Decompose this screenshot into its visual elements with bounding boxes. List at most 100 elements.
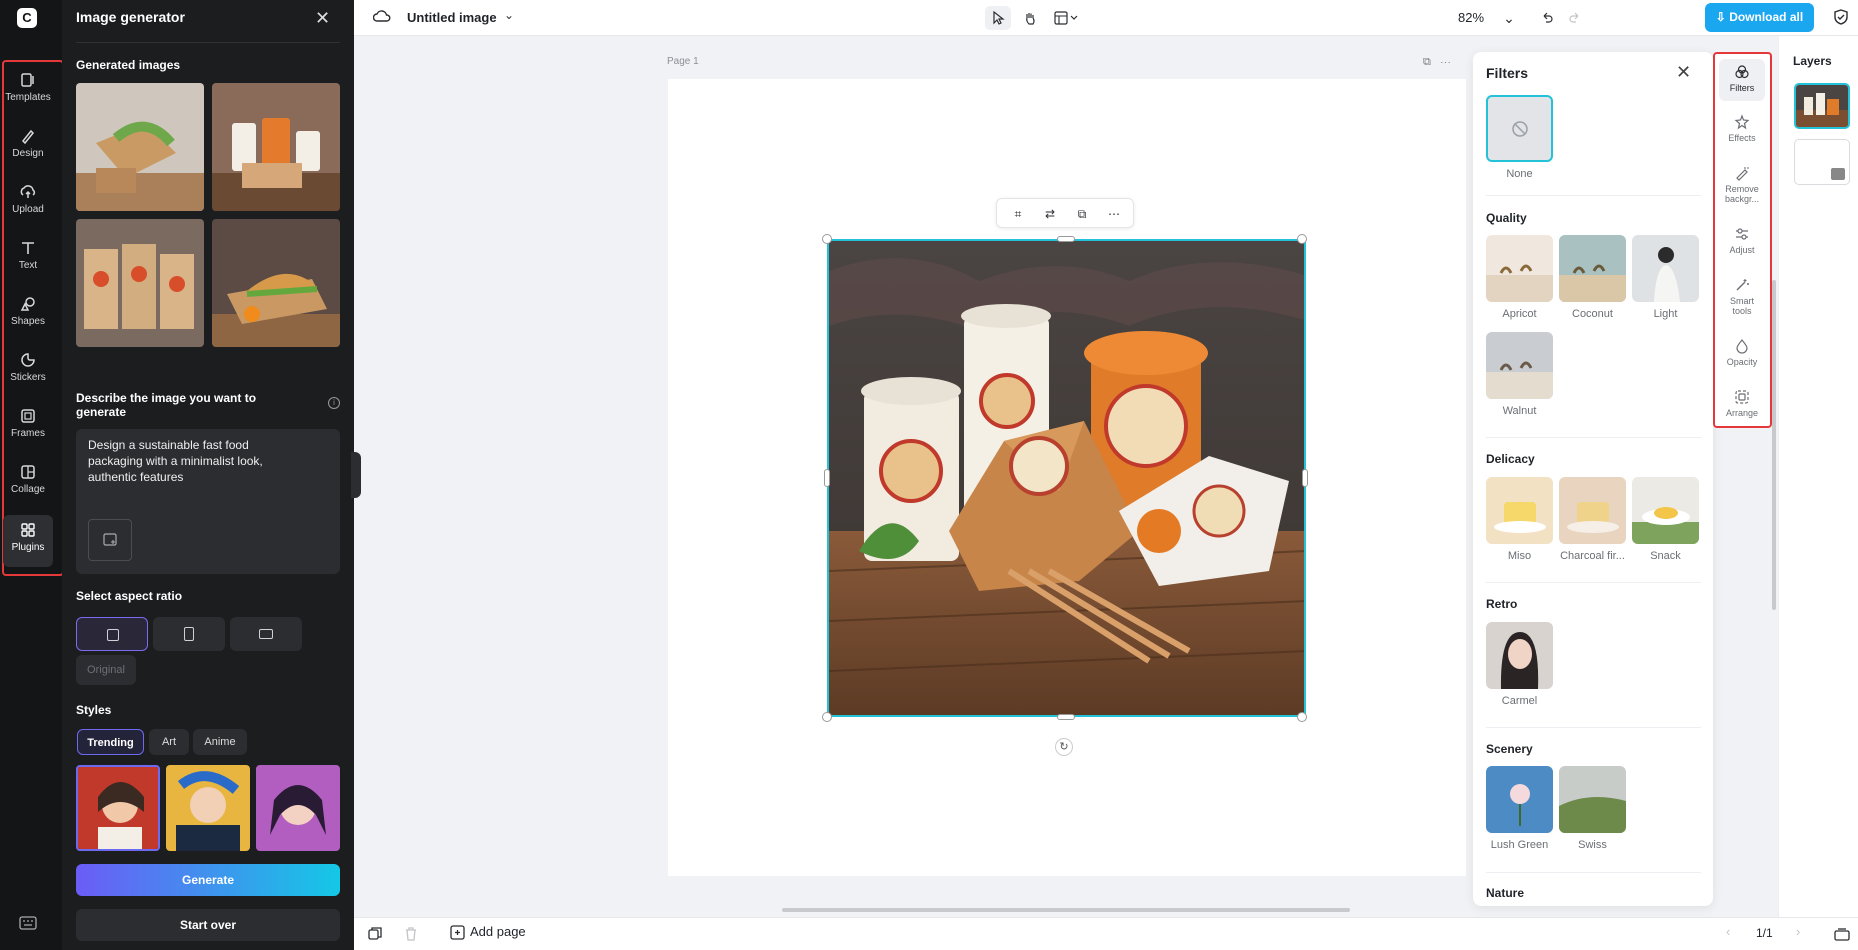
divider	[1486, 872, 1701, 873]
zoom-dropdown-chevron-icon[interactable]: ⌄	[1496, 6, 1522, 30]
rail-item-plugins[interactable]: Plugins	[3, 515, 53, 567]
text-icon	[22, 242, 34, 254]
duplicate-icon[interactable]: ⧉	[1073, 205, 1091, 223]
rotate-icon[interactable]: ↻	[1055, 738, 1073, 756]
cloud-save-icon[interactable]	[373, 9, 391, 23]
hand-tool-button[interactable]	[1017, 6, 1043, 30]
close-icon[interactable]: ✕	[1676, 62, 1691, 83]
filter-coconut[interactable]: Coconut	[1559, 235, 1626, 320]
aspect-portrait-button[interactable]	[153, 617, 225, 651]
tool-filters[interactable]: Filters	[1719, 59, 1765, 101]
rail-item-frames[interactable]: Frames	[3, 401, 53, 453]
style-tab-anime[interactable]: Anime	[193, 729, 247, 755]
filter-lush-green[interactable]: Lush Green	[1486, 766, 1553, 851]
trash-icon[interactable]	[403, 926, 419, 942]
filter-apricot[interactable]: Apricot	[1486, 235, 1553, 320]
keyboard-icon[interactable]	[19, 916, 37, 930]
aspect-landscape-button[interactable]	[230, 617, 302, 651]
filter-swatch	[1486, 622, 1553, 689]
generated-image-1[interactable]	[76, 83, 204, 211]
rail-item-stickers[interactable]: Stickers	[3, 345, 53, 397]
generated-image-2[interactable]	[212, 83, 340, 211]
filter-swatch	[1486, 477, 1553, 544]
more-icon[interactable]: ⋯	[1105, 205, 1123, 223]
aspect-square-button[interactable]	[76, 617, 148, 651]
filter-swiss[interactable]: Swiss	[1559, 766, 1626, 851]
colorful-style-image	[166, 765, 250, 851]
rail-item-collage[interactable]: Collage	[3, 457, 53, 509]
style-thumb-3[interactable]	[256, 765, 340, 851]
layout-tool-button[interactable]	[1049, 6, 1085, 30]
generated-image-3[interactable]	[76, 219, 204, 347]
tool-opacity[interactable]: Opacity	[1719, 338, 1765, 367]
crop-icon[interactable]: ⌗	[1009, 205, 1027, 223]
filter-light[interactable]: Light	[1632, 235, 1699, 320]
app-logo[interactable]: C	[17, 8, 37, 28]
filter-snack[interactable]: Snack	[1632, 477, 1699, 562]
prev-page-icon[interactable]: ‹	[1726, 924, 1730, 939]
filter-none[interactable]: None	[1486, 95, 1553, 180]
rail-item-shapes[interactable]: Shapes	[3, 289, 53, 341]
start-over-button[interactable]: Start over	[76, 909, 340, 941]
document-title[interactable]: Untitled image	[407, 10, 497, 25]
vertical-scrollbar[interactable]	[1772, 280, 1776, 610]
chevron-down-icon[interactable]: ⌄	[504, 8, 514, 22]
resize-handle-top[interactable]	[1057, 236, 1075, 242]
replace-icon[interactable]: ⇄	[1041, 205, 1059, 223]
resize-handle-right[interactable]	[1302, 469, 1308, 487]
close-icon[interactable]: ✕	[315, 8, 330, 29]
rail-item-design[interactable]: Design	[3, 121, 53, 173]
aspect-original-button[interactable]: Original	[76, 655, 136, 685]
more-icon[interactable]: ⋯	[1440, 56, 1451, 68]
resize-handle-bottom-left[interactable]	[822, 712, 832, 722]
generated-image-4[interactable]	[212, 219, 340, 347]
tool-arrange[interactable]: Arrange	[1719, 389, 1765, 418]
canvas-image[interactable]	[827, 239, 1306, 717]
duplicate-page-icon[interactable]: ⧉	[1423, 56, 1431, 68]
horizontal-scrollbar[interactable]	[782, 908, 1350, 912]
rail-item-text[interactable]: Text	[3, 233, 53, 285]
tool-adjust[interactable]: Adjust	[1719, 226, 1765, 255]
page-actions[interactable]: ⧉ ⋯	[1423, 56, 1451, 69]
download-all-button[interactable]: ⇩ Download all	[1705, 3, 1814, 32]
style-thumb-2[interactable]	[166, 765, 250, 851]
style-thumb-1[interactable]	[76, 765, 160, 851]
tool-smart-tools[interactable]: Smart tools	[1719, 277, 1765, 316]
tool-remove-background[interactable]: Remove backgr...	[1719, 165, 1765, 204]
undo-button[interactable]	[1534, 6, 1560, 30]
tool-effects[interactable]: Effects	[1719, 114, 1765, 143]
resize-handle-bottom[interactable]	[1057, 714, 1075, 720]
layer-background[interactable]	[1794, 139, 1850, 185]
add-reference-image-button[interactable]	[88, 519, 132, 561]
copy-page-icon[interactable]	[367, 926, 383, 942]
next-page-icon[interactable]: ›	[1796, 924, 1800, 939]
redo-button[interactable]	[1562, 6, 1588, 30]
zoom-level[interactable]: 82%	[1458, 10, 1484, 25]
rail-item-upload[interactable]: Upload	[3, 177, 53, 229]
info-icon[interactable]: i	[328, 397, 340, 409]
select-tool-button[interactable]	[985, 6, 1011, 30]
tool-label: Remove backgr...	[1724, 184, 1760, 204]
resize-handle-bottom-right[interactable]	[1297, 712, 1307, 722]
style-tab-art[interactable]: Art	[149, 729, 189, 755]
shield-icon[interactable]	[1834, 9, 1848, 25]
filter-swatch	[1486, 95, 1553, 162]
filter-miso[interactable]: Miso	[1486, 477, 1553, 562]
rail-item-templates[interactable]: Templates	[3, 65, 53, 117]
resize-handle-left[interactable]	[824, 469, 830, 487]
resize-handle-top-right[interactable]	[1297, 234, 1307, 244]
layer-image[interactable]	[1794, 83, 1850, 129]
prompt-textarea[interactable]: Design a sustainable fast food packaging…	[76, 429, 340, 574]
resize-handle-top-left[interactable]	[822, 234, 832, 244]
sandwich-box-image	[76, 83, 204, 211]
generate-button[interactable]: Generate	[76, 864, 340, 896]
filter-charcoal[interactable]: Charcoal fir...	[1559, 477, 1626, 562]
add-page-button[interactable]: Add page	[450, 924, 526, 940]
filter-carmel[interactable]: Carmel	[1486, 622, 1553, 707]
rail-label: Shapes	[11, 316, 45, 327]
collapse-panel-handle[interactable]	[351, 452, 361, 498]
style-tab-trending[interactable]: Trending	[77, 729, 144, 755]
filter-walnut[interactable]: Walnut	[1486, 332, 1553, 417]
download-icon: ⇩	[1715, 10, 1730, 24]
pages-panel-icon[interactable]	[1834, 926, 1850, 942]
